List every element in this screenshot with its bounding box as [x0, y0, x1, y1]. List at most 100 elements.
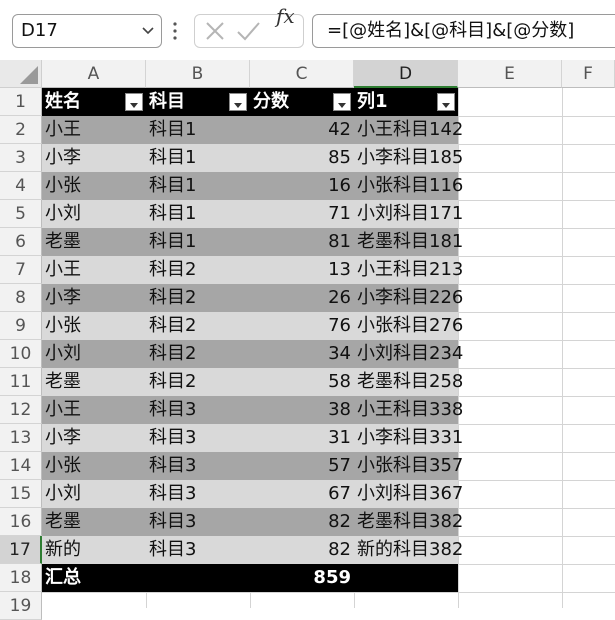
row-header[interactable]: 7	[0, 256, 42, 284]
total-label-cell[interactable]: 汇总	[42, 564, 146, 592]
row-header[interactable]: 12	[0, 396, 42, 424]
cell-name[interactable]: 新的	[42, 536, 146, 564]
cell-score[interactable]: 76	[250, 312, 354, 340]
row-header[interactable]: 5	[0, 200, 42, 228]
cell-score[interactable]: 57	[250, 452, 354, 480]
cell-col1[interactable]: 小王科目142	[354, 116, 463, 144]
row-header[interactable]: 18	[0, 564, 42, 592]
cell-col1[interactable]: 小李科目185	[354, 144, 463, 172]
row-header[interactable]: 6	[0, 228, 42, 256]
cell-subject[interactable]: 科目2	[146, 284, 250, 312]
row-header[interactable]: 14	[0, 452, 42, 480]
row-header[interactable]: 10	[0, 340, 42, 368]
cell-subject[interactable]: 科目2	[146, 256, 250, 284]
cell-score[interactable]: 38	[250, 396, 354, 424]
total-score-cell[interactable]: 859	[250, 564, 354, 592]
cell-score[interactable]: 58	[250, 368, 354, 396]
cell-col1[interactable]: 老墨科目181	[354, 228, 463, 256]
cell-name[interactable]: 小李	[42, 424, 146, 452]
cell-score[interactable]: 42	[250, 116, 354, 144]
cell-name[interactable]: 小李	[42, 144, 146, 172]
cell-name[interactable]: 小王	[42, 116, 146, 144]
row-header[interactable]: 16	[0, 508, 42, 536]
cell-name[interactable]: 小刘	[42, 480, 146, 508]
cell-subject[interactable]: 科目2	[146, 312, 250, 340]
cell-col1[interactable]: 小刘科目171	[354, 200, 463, 228]
cell-subject[interactable]: 科目1	[146, 228, 250, 256]
filter-dropdown-icon[interactable]	[437, 93, 455, 111]
row-header[interactable]: 4	[0, 172, 42, 200]
cell-col1[interactable]: 小张科目276	[354, 312, 463, 340]
row-header[interactable]: 9	[0, 312, 42, 340]
cell-subject[interactable]: 科目1	[146, 144, 250, 172]
cell-col1[interactable]: 小李科目226	[354, 284, 463, 312]
spreadsheet-grid[interactable]: A B C D E F 1 姓名 科目 分数 列1 2 小王 科目1 42 小王…	[0, 60, 615, 620]
col-header-d[interactable]: D	[354, 60, 458, 88]
col-header-a[interactable]: A	[42, 60, 146, 88]
cell-col1[interactable]: 小刘科目367	[354, 480, 463, 508]
cell-subject[interactable]: 科目2	[146, 368, 250, 396]
row-header[interactable]: 2	[0, 116, 42, 144]
cell-col1[interactable]: 老墨科目382	[354, 508, 463, 536]
cell-col1[interactable]: 小王科目213	[354, 256, 463, 284]
cell-col1[interactable]: 小王科目338	[354, 396, 463, 424]
row-header[interactable]: 3	[0, 144, 42, 172]
cell-name[interactable]: 老墨	[42, 508, 146, 536]
cell-name[interactable]: 老墨	[42, 228, 146, 256]
x-icon[interactable]	[201, 15, 229, 47]
cell-score[interactable]: 81	[250, 228, 354, 256]
select-all-corner[interactable]	[0, 60, 42, 88]
more-options-icon[interactable]	[172, 18, 178, 44]
row-header[interactable]: 15	[0, 480, 42, 508]
filter-dropdown-icon[interactable]	[125, 93, 143, 111]
cell-col1[interactable]: 小李科目331	[354, 424, 463, 452]
cell-score[interactable]: 31	[250, 424, 354, 452]
cell-col1[interactable]: 小张科目116	[354, 172, 463, 200]
cell-col1[interactable]: 小张科目357	[354, 452, 463, 480]
cell-subject[interactable]: 科目3	[146, 480, 250, 508]
cell-col1[interactable]: 老墨科目258	[354, 368, 463, 396]
header-cell-col1[interactable]: 列1	[354, 88, 458, 116]
cell-name[interactable]: 小王	[42, 396, 146, 424]
name-box[interactable]: D17	[12, 14, 162, 48]
cell-score[interactable]: 67	[250, 480, 354, 508]
cell-name[interactable]: 老墨	[42, 368, 146, 396]
filter-dropdown-icon[interactable]	[229, 93, 247, 111]
cell-subject[interactable]: 科目1	[146, 116, 250, 144]
cell-score[interactable]: 82	[250, 508, 354, 536]
row-header[interactable]: 8	[0, 284, 42, 312]
row-header[interactable]: 19	[0, 592, 42, 620]
col-header-b[interactable]: B	[146, 60, 250, 88]
row-header[interactable]: 17	[0, 536, 42, 564]
cell-name[interactable]: 小李	[42, 284, 146, 312]
cell-name[interactable]: 小王	[42, 256, 146, 284]
cell-col1[interactable]: 新的科目382	[354, 536, 463, 564]
cell-score[interactable]: 34	[250, 340, 354, 368]
cell-name[interactable]: 小张	[42, 172, 146, 200]
row-header[interactable]: 1	[0, 88, 42, 116]
formula-input[interactable]: =[@姓名]&[@科目]&[@分数]	[312, 14, 615, 48]
col-header-f[interactable]: F	[562, 60, 615, 88]
cell-score[interactable]: 85	[250, 144, 354, 172]
cell-subject[interactable]: 科目3	[146, 424, 250, 452]
header-cell-score[interactable]: 分数	[250, 88, 354, 116]
cell-score[interactable]: 16	[250, 172, 354, 200]
row-header[interactable]: 13	[0, 424, 42, 452]
cell-score[interactable]: 13	[250, 256, 354, 284]
cell-name[interactable]: 小张	[42, 312, 146, 340]
filter-dropdown-icon[interactable]	[333, 93, 351, 111]
check-icon[interactable]	[233, 15, 263, 47]
fx-icon[interactable]: fx	[276, 4, 295, 28]
cell-subject[interactable]: 科目3	[146, 508, 250, 536]
total-empty-cell[interactable]	[354, 564, 458, 592]
col-header-e[interactable]: E	[458, 60, 562, 88]
cell-col1[interactable]: 小刘科目234	[354, 340, 463, 368]
col-header-c[interactable]: C	[250, 60, 354, 88]
header-cell-name[interactable]: 姓名	[42, 88, 146, 116]
cell-name[interactable]: 小张	[42, 452, 146, 480]
header-cell-subject[interactable]: 科目	[146, 88, 250, 116]
cell-subject[interactable]: 科目1	[146, 172, 250, 200]
cell-subject[interactable]: 科目1	[146, 200, 250, 228]
cell-score[interactable]: 82	[250, 536, 354, 564]
cell-subject[interactable]: 科目3	[146, 452, 250, 480]
